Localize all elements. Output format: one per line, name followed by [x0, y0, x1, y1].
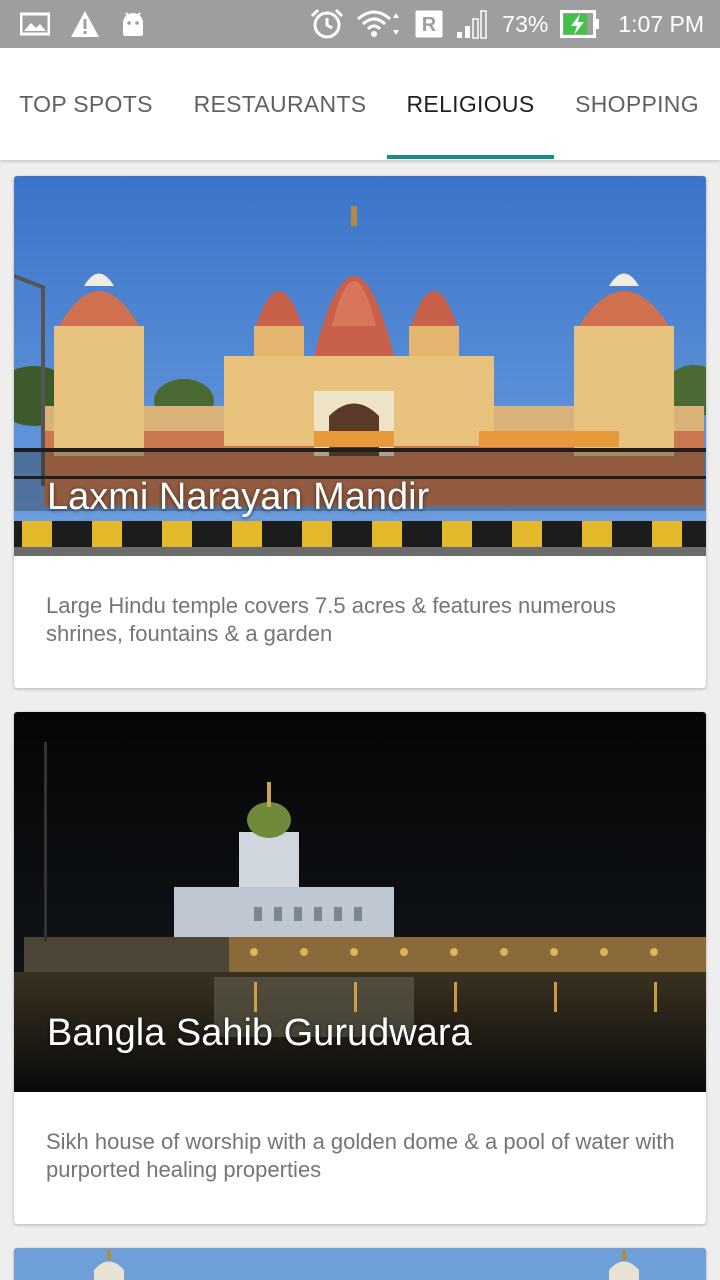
tab-shopping[interactable]: SHOPPING — [554, 48, 720, 160]
tab-top-spots[interactable]: TOP SPOTS — [0, 48, 172, 160]
status-bar: R 73% 1:07 PM — [0, 0, 720, 48]
place-photo — [14, 1248, 706, 1280]
svg-text:R: R — [422, 14, 437, 36]
place-card[interactable]: Laxmi Narayan Mandir Large Hindu temple … — [14, 176, 706, 688]
place-card[interactable]: Bangla Sahib Gurudwara Sikh house of wor… — [14, 712, 706, 1224]
android-icon — [120, 11, 146, 37]
active-tab-indicator — [387, 155, 554, 159]
place-description: Sikh house of worship with a golden dome… — [46, 1129, 675, 1182]
tab-religious[interactable]: RELIGIOUS — [387, 48, 554, 160]
place-card[interactable] — [14, 1248, 706, 1280]
place-title: Laxmi Narayan Mandir — [47, 476, 430, 518]
wifi-icon — [356, 8, 402, 40]
clock: 1:07 PM — [618, 10, 704, 37]
battery-percent: 73% — [502, 10, 549, 37]
warning-icon — [70, 10, 100, 38]
signal-icon — [456, 8, 490, 40]
place-description: Large Hindu temple covers 7.5 acres & fe… — [46, 593, 616, 646]
place-title: Bangla Sahib Gurudwara — [47, 1012, 472, 1054]
roaming-icon: R — [414, 9, 444, 39]
battery-charging-icon — [560, 10, 600, 38]
image-icon — [20, 12, 50, 36]
alarm-icon — [310, 8, 344, 40]
tab-restaurants[interactable]: RESTAURANTS — [172, 48, 388, 160]
places-list: Laxmi Narayan Mandir Large Hindu temple … — [0, 160, 720, 1280]
category-tabs: TOP SPOTS RESTAURANTS RELIGIOUS SHOPPING — [0, 48, 720, 160]
